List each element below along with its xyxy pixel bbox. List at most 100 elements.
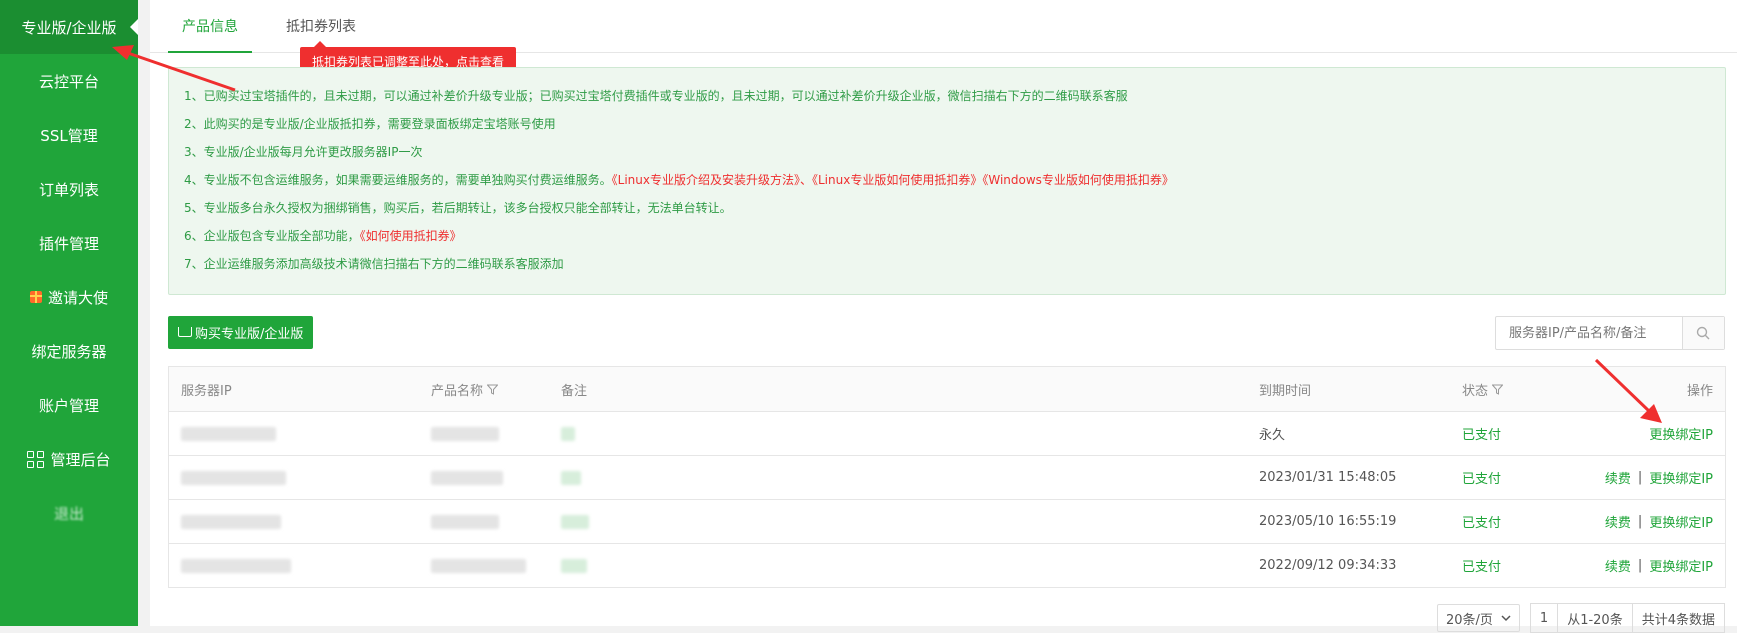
renew-link[interactable]: 续费 [1605, 468, 1631, 487]
col-status[interactable]: 状态 [1462, 367, 1504, 411]
product-name-redacted [431, 456, 503, 499]
status-badge: 已支付 [1462, 472, 1502, 487]
expire-time: 2022/09/12 09:34:33 [1259, 558, 1397, 573]
sidebar-item-label: 云控平台 [38, 72, 99, 91]
server-ip-redacted [181, 456, 286, 499]
sidebar-item-label: 订单列表 [38, 180, 99, 199]
grid-icon [27, 450, 45, 468]
sidebar-item-pro-enterprise[interactable]: 专业版/企业版 [0, 0, 138, 54]
note-redacted [561, 500, 589, 543]
status-badge: 已支付 [1462, 516, 1502, 531]
server-ip-redacted [181, 500, 281, 543]
col-label: 状态 [1462, 383, 1489, 399]
sidebar-item-orders[interactable]: 订单列表 [0, 162, 138, 216]
expire-time: 2023/01/31 15:48:05 [1259, 470, 1397, 485]
sidebar-item-account[interactable]: 账户管理 [0, 378, 138, 432]
rebind-ip-link[interactable]: 更换绑定IP [1649, 424, 1713, 443]
notice-line: 5、专业版多台永久授权为捆绑销售，购买后，若后期转让，该多台授权只能全部转让，无… [184, 201, 732, 215]
notice-line: 1、已购买过宝塔插件的，且未过期，可以通过补差价升级专业版；已购买过宝塔付费插件… [184, 89, 1128, 103]
expire-time: 永久 [1259, 428, 1286, 443]
notice-line: 3、专业版/企业版每月允许更改服务器IP一次 [184, 145, 423, 159]
action-separator: | [1637, 558, 1643, 573]
status-badge: 已支付 [1462, 560, 1502, 575]
table-row: 2022/09/12 09:34:33 已支付 续费 | 更换绑定IP [169, 544, 1725, 587]
row-actions: 续费 | 更换绑定IP [1605, 500, 1713, 543]
search-icon [1697, 326, 1710, 340]
main-panel: 产品信息 抵扣券列表 抵扣券列表已调整至此处，点击查看 1、已购买过宝塔插件的，… [150, 0, 1737, 633]
col-note: 备注 [561, 383, 588, 399]
expire-time: 2023/05/10 16:55:19 [1259, 514, 1397, 529]
sidebar-item-label: 邀请大使 [47, 288, 108, 307]
sidebar-item-admin[interactable]: 管理后台 [0, 432, 138, 486]
filter-icon[interactable] [1492, 384, 1504, 395]
product-name-redacted [431, 500, 499, 543]
current-page[interactable]: 1 [1531, 604, 1559, 632]
search-box [1495, 316, 1725, 350]
product-table: 服务器IP 产品名称 备注 到期时间 状态 操作 永久 已支付 更换绑定IP 2… [168, 366, 1726, 588]
col-expire: 到期时间 [1259, 383, 1312, 399]
sidebar-item-ssl[interactable]: SSL管理 [0, 108, 138, 162]
note-redacted [561, 412, 575, 455]
page-size-value: 20条/页 [1445, 612, 1493, 628]
action-separator: | [1637, 514, 1643, 529]
renew-link[interactable]: 续费 [1605, 512, 1631, 531]
row-actions: 续费 | 更换绑定IP [1605, 544, 1713, 587]
col-product-name[interactable]: 产品名称 [431, 367, 499, 411]
sidebar-item-label: 专业版/企业版 [21, 18, 117, 37]
how-to-use-coupon-link[interactable]: 《如何使用抵扣券》 [360, 229, 462, 243]
tab-label: 产品信息 [182, 19, 238, 35]
row-actions: 续费 | 更换绑定IP [1605, 456, 1713, 499]
table-header: 服务器IP 产品名称 备注 到期时间 状态 操作 [169, 367, 1725, 412]
table-row: 2023/01/31 15:48:05 已支付 续费 | 更换绑定IP [169, 456, 1725, 500]
col-label: 产品名称 [431, 383, 484, 399]
sidebar-item-invite[interactable]: 邀请大使 [0, 270, 138, 324]
search-button[interactable] [1681, 317, 1724, 349]
chevron-down-icon [1501, 615, 1511, 622]
page-range: 从1-20条 [1558, 604, 1633, 632]
linux-coupon-link[interactable]: 《Linux专业版如何使用抵扣券》 [812, 173, 982, 187]
windows-coupon-link[interactable]: 《Windows专业版如何使用抵扣券》 [982, 173, 1174, 187]
page-info: 1 从1-20条 共计4条数据 [1529, 603, 1725, 633]
status-badge: 已支付 [1462, 428, 1502, 443]
gift-icon [29, 291, 42, 303]
rebind-ip-link[interactable]: 更换绑定IP [1649, 512, 1713, 531]
col-operation: 操作 [1686, 383, 1713, 399]
notice-line: 6、企业版包含专业版全部功能，《如何使用抵扣券》 [184, 228, 1710, 256]
action-separator: | [1637, 470, 1643, 485]
rebind-ip-link[interactable]: 更换绑定IP [1649, 468, 1713, 487]
tab-label: 抵扣券列表 [286, 19, 356, 35]
buy-pro-enterprise-button[interactable]: 购买专业版/企业版 [168, 316, 314, 349]
linux-pro-intro-link[interactable]: 《Linux专业版介绍及安装升级方法》 [612, 173, 800, 187]
sidebar-item-label: 插件管理 [38, 234, 99, 253]
notice-panel: 1、已购买过宝塔插件的，且未过期，可以通过补差价升级专业版；已购买过宝塔付费插件… [168, 67, 1726, 295]
cart-icon [178, 326, 192, 337]
notice-line: 7、企业运维服务添加高级技术请微信扫描右下方的二维码联系客服添加 [184, 257, 564, 271]
sidebar-item-label: 绑定服务器 [31, 342, 107, 361]
product-name-redacted [431, 412, 499, 455]
rebind-ip-link[interactable]: 更换绑定IP [1649, 556, 1713, 575]
filter-icon[interactable] [487, 384, 499, 395]
notice-text: 6、企业版包含专业版全部功能， [184, 229, 360, 243]
sidebar: 专业版/企业版 云控平台 SSL管理 订单列表 插件管理 邀请大使 绑定服务器 … [0, 0, 138, 626]
search-input[interactable] [1496, 317, 1682, 349]
server-ip-redacted [181, 544, 291, 587]
note-redacted [561, 456, 581, 499]
sidebar-item-bind-server[interactable]: 绑定服务器 [0, 324, 138, 378]
server-ip-redacted [181, 412, 276, 455]
page-size-select[interactable]: 20条/页 [1436, 604, 1520, 632]
tab-bar: 产品信息 抵扣券列表 [150, 0, 1737, 53]
pagination: 20条/页 1 从1-20条 共计4条数据 [1436, 603, 1725, 633]
sidebar-item-plugins[interactable]: 插件管理 [0, 216, 138, 270]
notice-line: 4、专业版不包含运维服务，如果需要运维服务的，需要单独购买付费运维服务。《Lin… [184, 172, 1710, 200]
sidebar-item-cloud-control[interactable]: 云控平台 [0, 54, 138, 108]
notice-text: 4、专业版不包含运维服务，如果需要运维服务的，需要单独购买付费运维服务。 [184, 173, 612, 187]
sidebar-item-logout[interactable]: 退出 [0, 486, 138, 540]
row-actions: 更换绑定IP [1649, 412, 1713, 455]
product-name-redacted [431, 544, 526, 587]
tab-product-info[interactable]: 产品信息 [168, 0, 252, 53]
notice-separator: 、 [799, 173, 812, 187]
sidebar-item-label: SSL管理 [40, 126, 98, 145]
sidebar-item-label: 管理后台 [50, 450, 111, 469]
renew-link[interactable]: 续费 [1605, 556, 1631, 575]
total-count: 共计4条数据 [1641, 612, 1715, 628]
